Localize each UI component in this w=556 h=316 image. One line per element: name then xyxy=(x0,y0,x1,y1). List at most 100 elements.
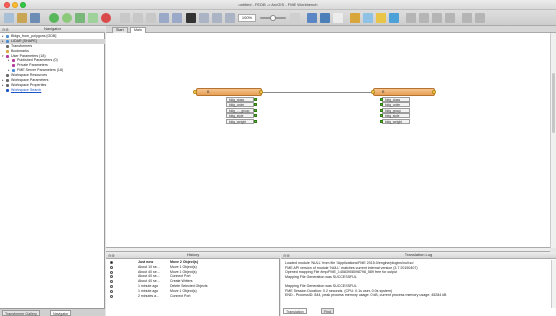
paste-icon[interactable] xyxy=(146,13,156,23)
new-workspace-icon[interactable] xyxy=(4,13,14,23)
tab-transformer-gallery[interactable]: Transformer Gallery xyxy=(2,310,40,316)
history-row[interactable]: 2 minutes a... Connect Port xyxy=(106,294,280,299)
open-folder-icon[interactable] xyxy=(17,13,27,23)
tile-icon[interactable] xyxy=(419,13,429,23)
window-titlebar: untitled - FEDB -> ArcGIS - FME Workbenc… xyxy=(0,0,556,10)
writer-feature-name: B xyxy=(382,90,385,94)
translation-log-text[interactable]: Loaded module 'NULL' from file '/Applica… xyxy=(285,261,547,298)
navigator-item-icon xyxy=(6,79,9,83)
cut-icon[interactable] xyxy=(120,13,130,23)
undo-icon[interactable] xyxy=(159,13,169,23)
stop-icon[interactable] xyxy=(101,13,111,23)
reader-attribute-port[interactable] xyxy=(254,119,257,123)
inspect-icon[interactable] xyxy=(389,13,399,23)
run-to-icon[interactable] xyxy=(62,13,72,23)
tab-translation-log[interactable]: Translation Log xyxy=(283,308,307,314)
history-state-icon xyxy=(110,294,113,298)
canvas-tabs: Start Main xyxy=(106,26,556,33)
writer-input-port[interactable] xyxy=(371,90,375,94)
canvas-vertical-scrollbar[interactable] xyxy=(550,33,556,248)
help-icon[interactable] xyxy=(462,13,472,23)
navigator-item-icon xyxy=(6,44,9,48)
writer-output-port[interactable] xyxy=(432,90,436,94)
pane-controls-icon[interactable]: ⊖⊕ xyxy=(2,27,9,33)
reader-feature-type[interactable]: B xyxy=(196,88,262,96)
writer-attribute-port[interactable] xyxy=(380,98,383,101)
reader-attribute-port[interactable] xyxy=(254,108,257,112)
redo-icon[interactable] xyxy=(172,13,182,23)
writer-attribute[interactable]: bldg_class xyxy=(382,97,410,102)
reader-attribute[interactable]: bldg_..._group xyxy=(226,107,254,113)
navigator-item-icon xyxy=(6,35,9,38)
writer-feature-type[interactable]: B xyxy=(373,88,435,96)
history-state-icon xyxy=(110,270,113,274)
writer-attribute[interactable]: bldg_weight xyxy=(382,118,410,124)
navigator-item-icon xyxy=(12,59,15,63)
add-annotation-icon[interactable] xyxy=(363,13,373,23)
navigator-item-icon xyxy=(6,88,9,92)
writer-attribute-port[interactable] xyxy=(380,114,383,118)
reader-attribute[interactable]: bldg_weight xyxy=(226,118,254,124)
add-reader-icon[interactable] xyxy=(307,13,317,23)
zoom-slider-handle[interactable] xyxy=(270,15,276,21)
history-title: History xyxy=(186,252,200,257)
reader-feature-name: B xyxy=(207,90,210,94)
history-state-icon xyxy=(110,265,113,269)
translation-log-title: Translation Log xyxy=(404,252,433,257)
writer-attribute[interactable]: bldg_group xyxy=(382,107,410,113)
step-icon[interactable] xyxy=(75,13,85,23)
tab-find[interactable]: Find xyxy=(321,308,334,314)
reader-attribute[interactable]: bldg_order xyxy=(226,102,254,108)
writer-attribute-port[interactable] xyxy=(380,103,383,107)
layout-icon[interactable] xyxy=(432,13,442,23)
navigator-item-icon xyxy=(12,69,15,73)
pane-controls-icon[interactable]: ⊖⊕ xyxy=(283,253,290,259)
writer-attribute[interactable]: bldg_order xyxy=(382,102,410,108)
add-bookmark-icon[interactable] xyxy=(376,13,386,23)
writer-attribute-port[interactable] xyxy=(380,108,383,112)
history-time: 2 minutes a... xyxy=(138,293,160,298)
select-pointer-icon[interactable] xyxy=(186,13,196,23)
connection-line[interactable] xyxy=(262,92,377,93)
reader-attribute-port[interactable] xyxy=(254,103,257,107)
history-state-icon xyxy=(110,284,113,288)
history-state-icon xyxy=(110,261,113,264)
reader-attribute[interactable]: bldg_style xyxy=(226,113,254,119)
feature-caching-icon[interactable] xyxy=(406,13,416,23)
reader-attribute-port[interactable] xyxy=(254,114,257,118)
window-title: untitled - FEDB -> ArcGIS - FME Workbenc… xyxy=(238,2,318,7)
writer-attribute-port[interactable] xyxy=(380,119,383,123)
tab-navigator[interactable]: Navigator xyxy=(50,310,72,316)
navigator-item[interactable]: Workspace Search xyxy=(0,88,105,93)
pan-icon[interactable] xyxy=(199,13,209,23)
history-state-icon xyxy=(110,289,113,293)
add-transformer-icon[interactable] xyxy=(350,13,360,23)
reader-output-port[interactable] xyxy=(259,90,263,94)
zoom-window-icon[interactable] xyxy=(333,13,343,23)
copy-icon[interactable] xyxy=(133,13,143,23)
reader-attribute-port[interactable] xyxy=(254,98,257,101)
options-icon[interactable] xyxy=(475,13,485,23)
continue-icon[interactable] xyxy=(88,13,98,23)
fit-view-icon[interactable] xyxy=(290,13,300,23)
scrollbar-thumb[interactable] xyxy=(552,73,555,133)
zoom-level-field[interactable]: 100% xyxy=(238,14,256,22)
run-icon[interactable] xyxy=(49,13,59,23)
writer-attribute[interactable]: bldg_style xyxy=(382,113,410,119)
zoom-out-icon[interactable] xyxy=(225,13,235,23)
log-line: END - ProcessID: 844, peak process memor… xyxy=(285,293,447,298)
pane-controls-icon[interactable]: ⊖⊕ xyxy=(108,253,115,259)
history-state-icon xyxy=(110,280,113,284)
workspace-canvas[interactable] xyxy=(106,33,550,248)
history-pane: ⊖⊕ History Just now Move 2 Object(s) About… xyxy=(106,252,280,316)
navigator-item-icon xyxy=(6,74,9,78)
reader-input-port[interactable] xyxy=(193,90,197,94)
history-header: ⊖⊕ History xyxy=(106,252,280,259)
parameters-icon[interactable] xyxy=(445,13,455,23)
zoom-in-icon[interactable] xyxy=(212,13,222,23)
navigator-item-icon xyxy=(6,39,9,43)
save-icon[interactable] xyxy=(30,13,40,23)
translation-log-scrollbar[interactable] xyxy=(551,260,556,308)
add-writer-icon[interactable] xyxy=(320,13,330,23)
reader-attribute[interactable]: bldg_class xyxy=(226,97,254,102)
